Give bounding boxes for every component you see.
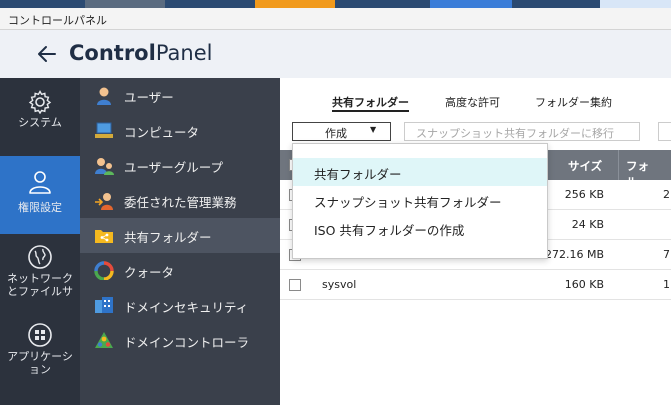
submenu-label-user-groups: ユーザーグループ <box>124 160 224 175</box>
back-arrow-icon[interactable] <box>36 44 58 64</box>
rail-label-applications: アプリケーシ ョン <box>7 350 73 376</box>
window-title: コントロールパネル <box>8 14 107 27</box>
app-header: ControlPanel <box>0 30 671 78</box>
toolbar-extra-button[interactable] <box>658 122 671 141</box>
domain-security-icon <box>95 297 113 313</box>
computer-icon <box>95 122 113 138</box>
create-dropdown-menu: 共有フォルダー スナップショット共有フォルダー ISO 共有フォルダーの作成 <box>292 143 548 259</box>
submenu-item-shared-folders[interactable]: 共有フォルダー <box>80 218 280 253</box>
submenu-label-computers: コンピュータ <box>124 125 200 140</box>
app-title: ControlPanel <box>69 41 212 65</box>
user-icon <box>97 87 111 105</box>
domain-controller-icon <box>95 332 113 348</box>
menu-item-snapshot-shared-folder[interactable]: スナップショット共有フォルダー <box>293 186 547 214</box>
submenu-item-computers[interactable]: コンピュータ <box>80 113 280 148</box>
menu-item-iso-shared-folder[interactable]: ISO 共有フォルダーの作成 <box>293 214 547 242</box>
create-button[interactable]: 作成 ▼ <box>292 122 391 141</box>
app-title-bold: Control <box>69 41 156 65</box>
rail-item-applications[interactable]: アプリケーシ ョン <box>0 322 80 392</box>
submenu-item-domain-security[interactable]: ドメインセキュリティ <box>80 288 280 323</box>
cell-folder-count: 1 <box>663 278 670 291</box>
menu-item-label: ISO 共有フォルダーの作成 <box>314 223 465 238</box>
rail-item-system[interactable]: システム <box>0 90 80 152</box>
header-size: サイズ <box>568 159 603 173</box>
gear-icon <box>28 90 52 114</box>
submenu-label-quota: クォータ <box>124 265 175 280</box>
tab-advanced-permissions[interactable]: 高度な許可 <box>445 94 500 112</box>
submenu-label-domain-controller: ドメインコントローラ <box>124 335 250 350</box>
category-rail: システム 権限設定 ネットワーク とファイルサ アプリケーシ ョン <box>0 78 80 405</box>
globe-icon <box>28 245 52 269</box>
migrate-snapshot-button[interactable]: スナップショット共有フォルダーに移行 <box>404 122 640 141</box>
create-button-label: 作成 <box>325 127 347 140</box>
menu-item-label: 共有フォルダー <box>314 167 402 182</box>
submenu-item-users[interactable]: ユーザー <box>80 78 280 113</box>
user-group-icon <box>95 158 114 175</box>
menu-item-shared-folder[interactable]: 共有フォルダー <box>293 158 547 186</box>
rail-item-privilege[interactable]: 権限設定 <box>0 156 80 234</box>
cell-folder-count: 2 <box>663 188 670 201</box>
row-checkbox[interactable] <box>289 279 301 291</box>
rail-label-privilege: 権限設定 <box>18 201 62 214</box>
submenu-item-user-groups[interactable]: ユーザーグループ <box>80 148 280 183</box>
tab-shared-folders[interactable]: 共有フォルダー <box>332 94 409 112</box>
control-panel-window: コントロールパネル ControlPanel システム 権限設定 ネットワーク … <box>0 0 671 405</box>
submenu-item-domain-controller[interactable]: ドメインコントローラ <box>80 323 280 358</box>
cell-folder-name: sysvol <box>322 278 357 291</box>
user-icon <box>29 171 51 194</box>
app-title-light: Panel <box>155 41 213 65</box>
submenu-label-domain-security: ドメインセキュリティ <box>124 300 249 315</box>
submenu-label-users: ユーザー <box>124 90 174 105</box>
menu-item-label: スナップショット共有フォルダー <box>314 195 502 210</box>
window-title-bar: コントロールパネル <box>0 8 671 30</box>
submenu-label-delegated-admin: 委任された管理業務 <box>124 195 237 210</box>
apps-icon <box>28 323 52 347</box>
tab-bar: 共有フォルダー 高度な許可 フォルダー集約 <box>280 94 671 112</box>
rail-label-system: システム <box>18 116 62 129</box>
header-separator <box>618 150 619 180</box>
rail-label-network: ネットワーク とファイルサ <box>7 272 73 298</box>
quota-icon <box>94 261 114 280</box>
submenu-item-delegated-admin[interactable]: 委任された管理業務 <box>80 183 280 218</box>
cell-size: 160 KB <box>564 278 604 291</box>
table-row[interactable]: sysvol 160 KB 1 <box>280 270 671 300</box>
delegated-admin-icon <box>95 193 113 210</box>
rail-item-network[interactable]: ネットワーク とファイルサ <box>0 244 80 306</box>
desktop-icon-strip <box>0 0 671 8</box>
shared-folder-icon <box>95 230 113 243</box>
submenu-label-shared-folders: 共有フォルダー <box>124 230 212 245</box>
cell-folder-count: 7 <box>663 248 670 261</box>
tab-folder-aggregation[interactable]: フォルダー集約 <box>535 94 612 112</box>
privilege-submenu: ユーザー コンピュータ ユーザーグループ 委任された管理業務 共有フォルダー ク… <box>80 78 280 405</box>
caret-down-icon: ▼ <box>370 125 377 134</box>
toolbar: 作成 ▼ スナップショット共有フォルダーに移行 <box>280 120 671 144</box>
submenu-item-quota[interactable]: クォータ <box>80 253 280 288</box>
